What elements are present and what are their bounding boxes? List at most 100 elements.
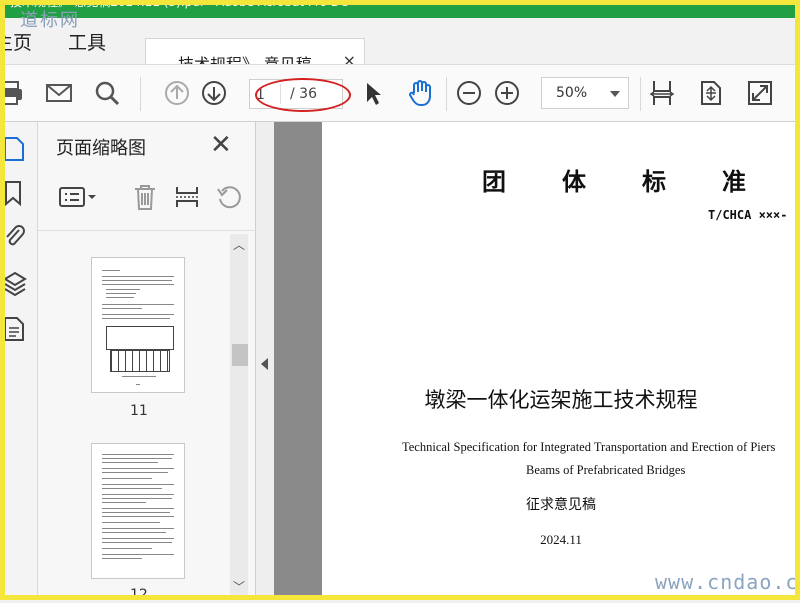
standard-code: T/CHCA ×××-: [708, 208, 788, 222]
thumbnails-scrollbar[interactable]: ︿ ﹀: [230, 234, 248, 596]
english-title-line-2: Beams of Prefabricated Bridges: [526, 463, 686, 477]
scroll-down-icon[interactable]: ﹀: [233, 578, 245, 595]
thumb-line: [102, 498, 172, 499]
document-panel-button[interactable]: [0, 314, 30, 344]
thumb-line: [102, 512, 170, 513]
heading-char: 标: [642, 167, 666, 196]
prev-page-button[interactable]: [161, 77, 193, 109]
chevron-down-icon: [610, 91, 620, 97]
toolbar-separator: [446, 77, 447, 111]
thumb-line: [102, 558, 142, 559]
attachment-panel-button[interactable]: [0, 222, 30, 252]
insert-page-icon: [176, 187, 198, 207]
pages-panel-button[interactable]: [0, 134, 30, 164]
rotate-view-button[interactable]: [695, 77, 727, 109]
thumb-table: [110, 350, 170, 372]
zoom-in-button[interactable]: [491, 77, 523, 109]
tabs-row: 主页 工具 技术规程》-意见稿... ×: [0, 18, 800, 82]
thumb-line: [102, 502, 146, 503]
heading-char: 团: [482, 167, 506, 196]
thumb-line: [102, 318, 170, 319]
thumbnails-panel: 页面缩略图 ✕ 11 12 ︿ ﹀: [38, 122, 256, 603]
search-button[interactable]: [91, 77, 123, 109]
thumb-line: [102, 522, 160, 523]
zoom-dropdown[interactable]: 50%: [541, 77, 629, 109]
scrollbar-thumb[interactable]: [232, 344, 248, 366]
select-cursor-icon: [367, 83, 381, 105]
toolbar-separator: [140, 77, 141, 111]
thumb-line: [102, 538, 174, 539]
next-page-button[interactable]: [198, 77, 230, 109]
layers-panel-button[interactable]: [0, 268, 30, 298]
page-number-box: / 36: [249, 79, 343, 109]
title-bar: 技术规程》-意见稿2024.11 (3).pdf - Adobe Acrobat…: [0, 0, 800, 18]
left-rail: [0, 122, 38, 600]
pages-icon: [4, 137, 24, 161]
select-tool-button[interactable]: [356, 77, 388, 109]
zoom-in-icon: [495, 81, 519, 105]
thumb-diagram: [106, 326, 174, 350]
heading-char: 准: [722, 167, 746, 196]
close-icon[interactable]: ✕: [210, 132, 232, 158]
thumbnail-number: 11: [130, 403, 148, 419]
english-title-line-1: Technical Specification for Integrated T…: [402, 440, 776, 454]
fit-width-button[interactable]: [646, 77, 678, 109]
email-button[interactable]: [43, 77, 75, 109]
panel-collapse-handle[interactable]: [256, 122, 274, 600]
thumb-line: [102, 516, 174, 517]
layers-icon: [3, 271, 27, 296]
options-menu-button[interactable]: [58, 182, 98, 212]
print-icon: [0, 81, 22, 105]
thumb-line: [102, 304, 174, 305]
chinese-title: 墩梁一体化运架施工技术规程: [424, 388, 698, 412]
thumb-line: [102, 494, 174, 495]
rotate-page-button[interactable]: [214, 182, 244, 212]
next-page-icon: [202, 81, 226, 105]
watermark-bottom: www.cndao.com: [655, 570, 800, 594]
prev-page-icon: [165, 81, 189, 105]
thumb-line: [102, 462, 158, 463]
scroll-up-icon[interactable]: ︿: [233, 236, 245, 253]
thumb-line: [106, 297, 134, 298]
print-button[interactable]: [0, 77, 26, 109]
thumb-line: [106, 293, 136, 294]
tab-tools[interactable]: 工具: [68, 28, 106, 55]
fullscreen-icon: [748, 81, 772, 105]
thumb-line: [102, 472, 168, 473]
heading-char: 体: [562, 167, 586, 196]
page-total: / 36: [290, 86, 317, 102]
tab-home[interactable]: 主页: [0, 28, 32, 55]
page-number-input[interactable]: [254, 83, 280, 107]
thumb-line: [102, 478, 152, 479]
fullscreen-button[interactable]: [744, 77, 776, 109]
hand-tool-icon: [409, 80, 431, 106]
delete-page-button[interactable]: [130, 182, 160, 212]
bookmark-panel-button[interactable]: [0, 178, 30, 208]
thumbnail-page-11[interactable]: [91, 257, 185, 393]
thumb-line: [122, 376, 156, 377]
thumb-line: [102, 308, 142, 309]
rotate-page-icon: [217, 186, 241, 209]
panel-title: 页面缩略图: [56, 138, 146, 159]
thumb-line: [102, 276, 174, 277]
english-title: Technical Specification for Integrated T…: [402, 436, 800, 482]
hand-tool-button[interactable]: [404, 77, 436, 109]
options-list-icon: [59, 187, 96, 207]
zoom-out-icon: [457, 81, 481, 105]
document-date: 2024.11: [540, 532, 582, 547]
thumb-line: [102, 458, 172, 459]
thumbnail-number: 12: [130, 587, 148, 603]
document-background: [274, 122, 322, 600]
thumb-line: [102, 454, 174, 455]
draft-label: 征求意见稿: [526, 497, 596, 513]
zoom-out-button[interactable]: [453, 77, 485, 109]
thumb-line: [102, 508, 174, 509]
thumb-line: [102, 548, 152, 549]
thumbnail-page-12[interactable]: [91, 443, 185, 579]
document-page: 团 体 标 准 T/CHCA ×××- 墩梁一体化运架施工技术规程 Techni…: [322, 122, 800, 600]
thumb-line: [102, 542, 172, 543]
insert-page-button[interactable]: [172, 182, 202, 212]
thumb-line: [102, 314, 174, 315]
thumb-line: [102, 532, 166, 533]
thumb-line: [102, 484, 174, 485]
